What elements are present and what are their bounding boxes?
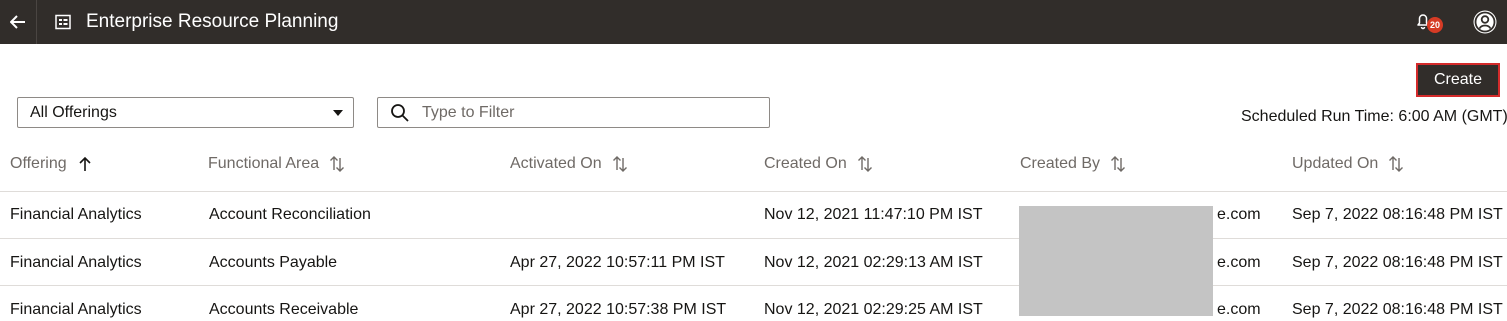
cell-functional-area: Accounts Payable xyxy=(209,254,338,271)
cell-activated-on: Apr 27, 2022 10:57:38 PM IST xyxy=(510,301,727,318)
offering-select-value: All Offerings xyxy=(30,104,117,121)
app-title: Enterprise Resource Planning xyxy=(86,11,339,32)
column-header-created-by[interactable]: Created By xyxy=(1020,155,1126,173)
cell-activated-on: Apr 27, 2022 10:57:11 PM IST xyxy=(510,254,725,271)
filter-input[interactable] xyxy=(422,102,752,124)
sort-icon xyxy=(1111,156,1126,172)
cell-offering: Financial Analytics xyxy=(10,206,142,223)
filter-box xyxy=(377,97,770,128)
column-header-activated-on[interactable]: Activated On xyxy=(510,155,628,173)
cell-updated-on: Sep 7, 2022 08:16:48 PM IST xyxy=(1292,206,1503,223)
back-arrow-icon xyxy=(10,15,25,29)
create-button[interactable]: Create xyxy=(1416,63,1500,97)
cell-created-on: Nov 12, 2021 02:29:25 AM IST xyxy=(764,301,983,318)
column-header-offering[interactable]: Offering xyxy=(10,155,93,173)
cell-created-on: Nov 12, 2021 11:47:10 PM IST xyxy=(764,206,983,223)
cell-functional-area: Accounts Receivable xyxy=(209,301,359,318)
offering-select[interactable]: All Offerings xyxy=(17,97,354,128)
cell-functional-area: Account Reconciliation xyxy=(209,206,371,223)
user-avatar-icon[interactable] xyxy=(1472,9,1498,35)
column-label: Activated On xyxy=(510,155,602,172)
cell-created-by: e.com xyxy=(1217,301,1261,318)
sort-icon xyxy=(612,156,627,172)
column-label: Functional Area xyxy=(208,155,320,172)
cell-created-by: e.com xyxy=(1217,254,1261,271)
cell-created-on: Nov 12, 2021 02:29:13 AM IST xyxy=(764,254,983,271)
header-divider xyxy=(0,191,1507,192)
cell-offering: Financial Analytics xyxy=(10,254,142,271)
column-label: Updated On xyxy=(1292,155,1379,172)
sort-icon xyxy=(857,156,872,172)
column-label: Created By xyxy=(1020,155,1101,172)
column-label: Offering xyxy=(10,155,67,172)
search-icon xyxy=(391,104,409,122)
app-icon xyxy=(55,14,71,30)
cell-created-by: e.com xyxy=(1217,206,1261,223)
column-label: Created On xyxy=(764,155,847,172)
column-header-updated-on[interactable]: Updated On xyxy=(1292,155,1404,173)
cell-updated-on: Sep 7, 2022 08:16:48 PM IST xyxy=(1292,254,1503,271)
sort-ascending-icon xyxy=(79,156,91,171)
column-header-created-on[interactable]: Created On xyxy=(764,155,873,173)
sort-icon xyxy=(330,156,345,172)
row-divider xyxy=(0,238,1507,239)
chevron-down-icon xyxy=(333,110,343,116)
back-button[interactable] xyxy=(0,0,37,44)
cell-updated-on: Sep 7, 2022 08:16:48 PM IST xyxy=(1292,301,1503,318)
redacted-block xyxy=(1019,206,1213,316)
app-header: Enterprise Resource Planning 20 xyxy=(0,0,1507,44)
cell-offering: Financial Analytics xyxy=(10,301,142,318)
sort-icon xyxy=(1389,156,1404,172)
row-divider xyxy=(0,285,1507,286)
scheduled-run-time: Scheduled Run Time: 6:00 AM (GMT) xyxy=(1241,108,1507,125)
notification-count-badge: 20 xyxy=(1427,17,1443,33)
column-header-functional-area[interactable]: Functional Area xyxy=(208,155,345,173)
